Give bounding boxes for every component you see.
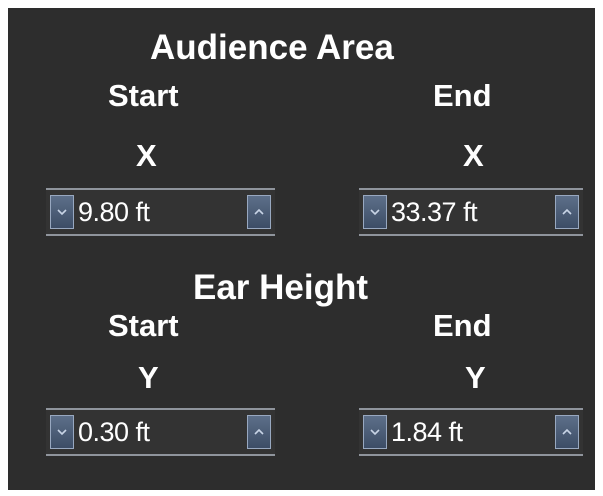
chevron-down-icon <box>370 429 380 436</box>
audience-end-label: End <box>433 78 492 113</box>
chevron-down-icon <box>57 209 67 216</box>
settings-panel: Audience Area Start End X X 9.80 ft 33.3… <box>8 8 595 490</box>
increment-button[interactable] <box>247 415 271 449</box>
audience-end-x-spinner[interactable]: 33.37 ft <box>359 188 583 236</box>
chevron-down-icon <box>57 429 67 436</box>
decrement-button[interactable] <box>363 415 387 449</box>
ear-start-axis-label: Y <box>138 360 159 395</box>
audience-start-x-value[interactable]: 9.80 ft <box>78 196 150 228</box>
audience-area-heading: Audience Area <box>150 28 394 67</box>
chevron-up-icon <box>254 208 264 215</box>
chevron-up-icon <box>562 428 572 435</box>
decrement-button[interactable] <box>50 195 74 229</box>
increment-button[interactable] <box>555 195 579 229</box>
audience-start-axis-label: X <box>136 138 157 173</box>
audience-end-x-value[interactable]: 33.37 ft <box>391 196 478 228</box>
ear-end-label: End <box>433 308 492 343</box>
ear-height-heading: Ear Height <box>193 268 369 307</box>
ear-start-label: Start <box>108 308 179 343</box>
ear-start-y-value[interactable]: 0.30 ft <box>78 416 150 448</box>
ear-end-axis-label: Y <box>465 360 486 395</box>
increment-button[interactable] <box>555 415 579 449</box>
audience-start-label: Start <box>108 78 179 113</box>
chevron-up-icon <box>254 428 264 435</box>
audience-end-axis-label: X <box>463 138 484 173</box>
ear-end-y-spinner[interactable]: 1.84 ft <box>359 408 583 456</box>
chevron-down-icon <box>370 209 380 216</box>
audience-start-x-spinner[interactable]: 9.80 ft <box>46 188 275 236</box>
decrement-button[interactable] <box>50 415 74 449</box>
increment-button[interactable] <box>247 195 271 229</box>
ear-start-y-spinner[interactable]: 0.30 ft <box>46 408 275 456</box>
chevron-up-icon <box>562 208 572 215</box>
ear-end-y-value[interactable]: 1.84 ft <box>391 416 463 448</box>
decrement-button[interactable] <box>363 195 387 229</box>
